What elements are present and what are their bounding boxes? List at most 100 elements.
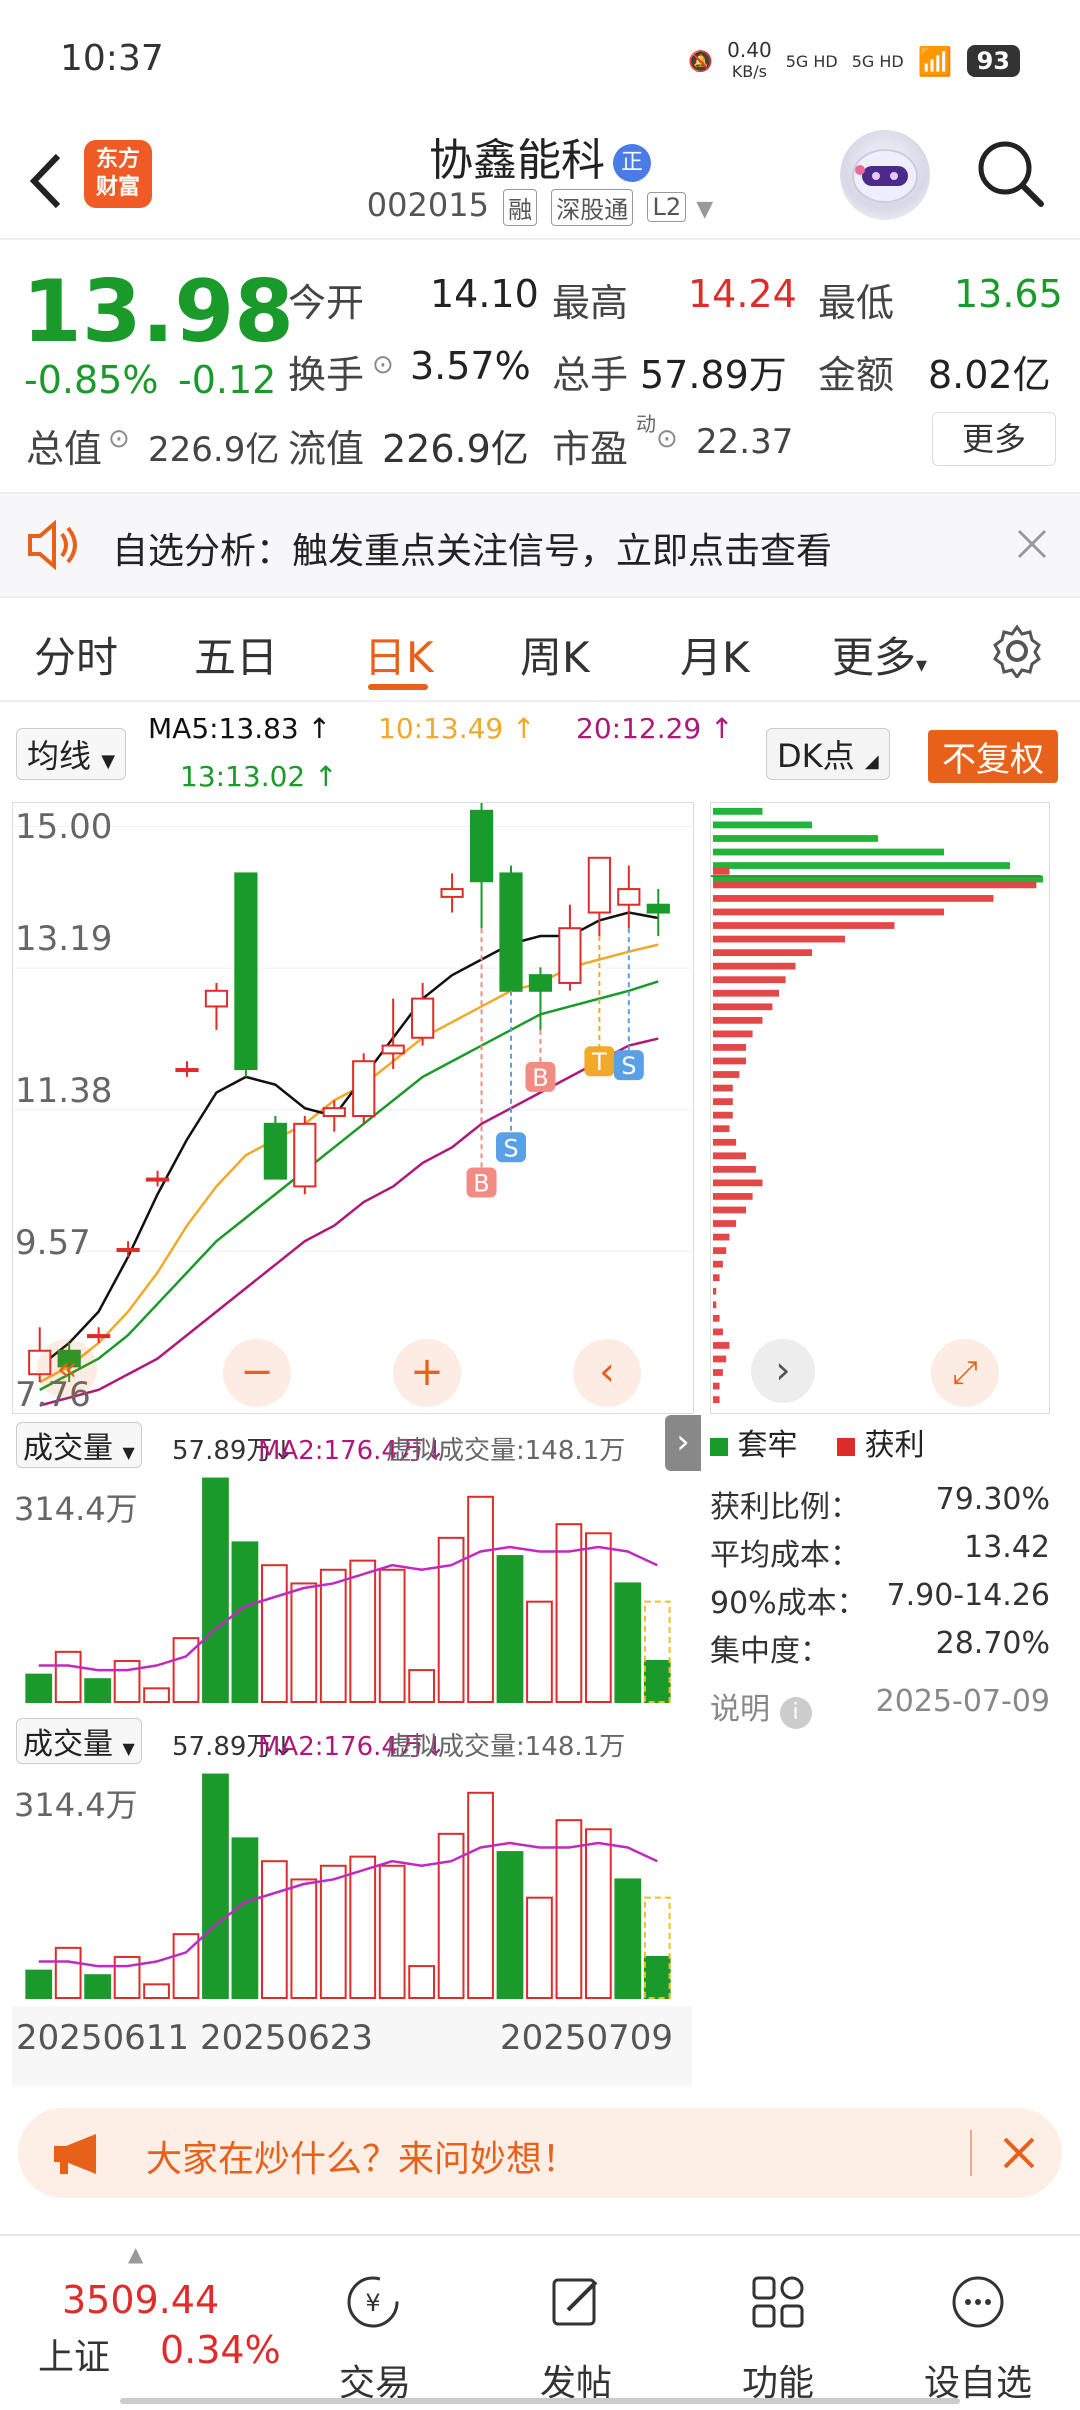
volume-bar	[231, 1837, 259, 2000]
volume-bar	[25, 1673, 53, 1703]
current-price: 13.98	[22, 262, 295, 362]
close-icon[interactable]	[1016, 528, 1048, 560]
grid-apps-icon[interactable]	[750, 2274, 806, 2330]
volume-indicator-select[interactable]: 成交量 ▼	[16, 1422, 142, 1468]
ma13-value: 13:13.02 ↑	[180, 760, 338, 793]
volume-bar	[467, 1791, 494, 1999]
ask-prompt-bar[interactable]: 大家在炒什么？来问妙想！	[18, 2108, 1062, 2198]
volume-bar	[202, 1773, 229, 2000]
amount-label: 金额	[818, 353, 895, 397]
chevron-right-icon[interactable]: ›	[751, 1339, 815, 1403]
index-value[interactable]: 3509.44	[62, 2278, 219, 2322]
scroll-left-fast-icon[interactable]: «	[37, 1339, 97, 1399]
chip-bar-profit	[713, 962, 796, 970]
candle-body	[293, 1122, 317, 1188]
close-icon[interactable]	[1002, 2136, 1036, 2170]
date-label: 20250623	[200, 2018, 374, 2058]
tab-intraday[interactable]: 分时	[34, 624, 118, 685]
tab-five-day[interactable]: 五日	[194, 624, 278, 685]
volume-bar	[614, 1878, 642, 1999]
chip-bar-profit	[713, 1206, 746, 1214]
candle-body	[204, 989, 229, 1008]
indicator-select[interactable]: 均线 ▼	[16, 728, 127, 780]
volume-bar	[319, 1864, 347, 2000]
chip-bar-profit	[713, 1355, 727, 1363]
chip-90-cost: 90%成本： 7.90-14.26	[710, 1578, 1050, 1621]
quote-panel: 13.98 -0.85% -0.12 今开 14.10 最高 14.24 最低 …	[0, 240, 1080, 490]
info-dots-icon[interactable]: ⊙	[372, 350, 394, 380]
volume-bar	[584, 1532, 612, 1703]
volume-bar	[54, 1946, 82, 1999]
analysis-banner[interactable]: 自选分析：触发重点关注信号，立即点击查看	[0, 492, 1080, 598]
info-dots-icon[interactable]: ⊙	[108, 424, 130, 454]
candle-body	[558, 927, 582, 984]
volume-chart-2: 314.4万	[12, 1770, 692, 2002]
caret-up-icon: ▲	[128, 2242, 144, 2266]
volume-bar	[349, 1559, 377, 1703]
chip-bar-profit	[713, 976, 786, 984]
gear-icon[interactable]	[990, 624, 1044, 678]
candle-body	[263, 1122, 287, 1180]
volume-bar	[467, 1495, 494, 1703]
volume-bar	[143, 1983, 170, 2000]
index-name[interactable]: 上证	[38, 2328, 110, 2380]
zoom-out-icon[interactable]: −	[223, 1339, 291, 1407]
bottom-nav: ▲ 3509.44 上证 0.34% ¥ 交易 发帖 功能 设自选	[0, 2234, 1080, 2410]
chip-bar-trap	[713, 808, 763, 815]
fullscreen-icon[interactable]: ⤢	[931, 1339, 999, 1407]
chip-bar-profit	[713, 1220, 737, 1227]
trade-icon[interactable]: ¥	[345, 2274, 401, 2330]
tab-daily-k[interactable]: 日K	[364, 624, 434, 685]
svg-text:¥: ¥	[365, 2289, 380, 2317]
zoom-in-icon[interactable]: +	[393, 1339, 461, 1407]
chip-svg	[711, 808, 1043, 1403]
banner-text: 自选分析：触发重点关注信号，立即点击查看	[112, 531, 833, 572]
chip-profit-ratio: 获利比例： 79.30%	[710, 1482, 1050, 1525]
more-dots-icon[interactable]	[950, 2274, 1006, 2330]
volume-bar	[526, 1896, 553, 1999]
candle-body	[617, 888, 641, 906]
chip-bar-profit	[713, 1314, 720, 1322]
volume-header-2: 成交量 ▼ 57.89万↓ MA2:176.4万↓ 虚拟成交量:148.1万	[12, 1714, 692, 1766]
chip-bar-trap	[713, 835, 878, 842]
volume-bar	[260, 1860, 288, 1999]
chip-avg-cost: 平均成本： 13.42	[710, 1530, 1050, 1573]
chip-bar-profit	[713, 867, 730, 875]
volume-bar	[496, 1851, 524, 1999]
ma20-value: 20:12.29 ↑	[576, 712, 734, 745]
chip-legend: 套牢 获利	[710, 1420, 925, 1464]
search-icon[interactable]	[975, 138, 1045, 208]
kline-chart[interactable]: BSBTS 15.00 13.19 11.38 9.57 7.76 « − + …	[12, 802, 701, 1471]
volume-bar	[584, 1828, 612, 1999]
chip-bar-profit	[713, 1152, 746, 1160]
index-change[interactable]: 0.34%	[160, 2328, 281, 2372]
volume-tick-label: 314.4万	[14, 1786, 138, 1824]
dropdown-triangle-icon: ▼	[696, 197, 714, 222]
volume-label: 总手	[552, 353, 629, 397]
virtual-volume: 虚拟成交量:148.1万	[386, 1732, 626, 1762]
chip-bar-profit	[713, 1193, 753, 1200]
megaphone-icon	[54, 2134, 96, 2174]
assistant-robot-icon[interactable]	[840, 130, 930, 220]
volume-indicator-select[interactable]: 成交量 ▼	[16, 1718, 142, 1764]
scroll-left-icon[interactable]: ‹	[573, 1339, 641, 1407]
chip-bar-trap	[713, 862, 1010, 869]
dk-point-select[interactable]: DK点 ◢	[766, 728, 890, 780]
volume-chart-1: 314.4万	[12, 1474, 692, 1706]
chip-bar-profit	[713, 1396, 720, 1403]
tab-more[interactable]: 更多▾	[832, 624, 927, 685]
status-icons: 🔕 0.40 KB/s 5G HD 5G HD 📶 93	[688, 40, 1020, 82]
zheng-badge-icon: 正	[613, 144, 651, 182]
chip-bar-profit	[713, 1044, 746, 1051]
volume-bar	[526, 1600, 553, 1703]
chip-bar-profit	[713, 1382, 720, 1390]
tab-weekly-k[interactable]: 周K	[520, 624, 590, 685]
tab-monthly-k[interactable]: 月K	[680, 624, 750, 685]
no-adjust-button[interactable]: 不复权	[928, 730, 1058, 783]
more-button[interactable]: 更多	[932, 412, 1056, 466]
info-dots-icon[interactable]: ⊙	[656, 424, 678, 454]
battery-icon: 93	[966, 45, 1020, 77]
chip-note[interactable]: 说明 i 2025-07-09	[710, 1684, 1050, 1729]
ma-legend-row: 均线 ▼ MA5:13.83 ↑ 10:13.49 ↑ 20:12.29 ↑ 1…	[0, 702, 1080, 802]
post-edit-icon[interactable]	[548, 2274, 604, 2330]
